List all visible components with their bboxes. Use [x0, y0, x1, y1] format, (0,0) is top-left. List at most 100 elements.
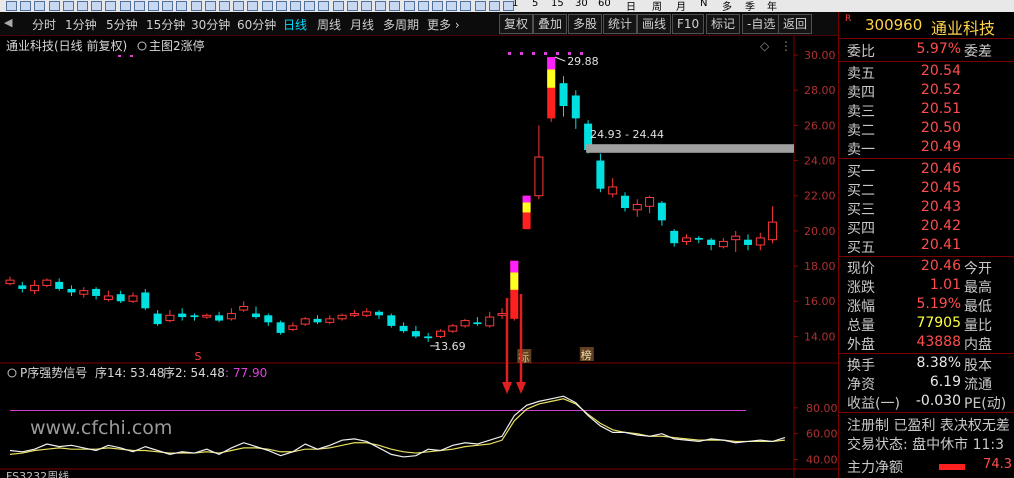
toolbar-button[interactable]: F10 — [672, 14, 705, 34]
price-axis-label: 16.00 — [804, 295, 836, 308]
toolbar-button[interactable]: 多股 — [568, 14, 603, 34]
period-button[interactable]: 月 — [676, 0, 686, 12]
tab-period[interactable]: 5分钟 — [106, 16, 138, 33]
main-flow-bar — [939, 464, 965, 470]
toolbar-icon[interactable] — [389, 1, 401, 11]
candle-body — [18, 285, 27, 289]
toolbar-icon[interactable] — [190, 1, 202, 11]
period-button[interactable]: 周 — [652, 0, 662, 12]
toolbar-icon[interactable] — [446, 1, 458, 11]
tab-period[interactable]: 1分钟 — [65, 16, 97, 33]
toolbar-icon[interactable] — [361, 1, 372, 11]
candle-body — [399, 325, 408, 332]
toolbar-icon[interactable] — [332, 1, 344, 11]
toolbar-icon[interactable] — [219, 1, 230, 11]
tab-period[interactable]: 月线 — [350, 16, 374, 33]
tab-period[interactable]: 60分钟 — [237, 16, 276, 33]
toolbar-icon[interactable] — [91, 1, 103, 11]
toolbar-icon[interactable] — [375, 1, 387, 11]
toolbar-icon[interactable] — [318, 1, 330, 11]
toolbar-icon[interactable] — [34, 1, 46, 11]
period-button[interactable]: 日 — [626, 0, 636, 12]
candle-body — [387, 315, 396, 326]
toolbar-icon[interactable] — [247, 1, 259, 11]
bid-row: 买五 20.41 — [839, 237, 1014, 256]
period-button[interactable]: 1 — [512, 0, 518, 9]
toolbar-icon[interactable] — [119, 1, 131, 11]
limit-up-band — [547, 69, 556, 88]
toolbar-icon[interactable] — [261, 1, 273, 11]
toolbar-icon[interactable] — [77, 1, 88, 11]
bid-row: 买二 20.45 — [839, 180, 1014, 199]
toolbar-icon[interactable] — [204, 1, 216, 11]
period-button[interactable]: 5 — [532, 0, 538, 9]
toolbar-icon[interactable] — [48, 1, 60, 11]
menu-bar: ◀ 分时 1分钟 5分钟 15分钟 30分钟 60分钟 日线 周线 月线 多周期 更多 › 复权 叠加多… — [0, 12, 838, 36]
prev-arrow-icon[interactable]: ◀ — [4, 16, 16, 30]
toolbar-icon[interactable] — [148, 1, 159, 11]
toolbar-icon[interactable] — [474, 1, 486, 11]
period-button[interactable]: 季 — [745, 0, 755, 12]
toolbar-button[interactable]: 标记 — [706, 14, 741, 34]
toolbar-button[interactable]: 画线 — [637, 14, 672, 34]
candle-body — [534, 156, 544, 197]
price-axis-label: 24.00 — [804, 155, 836, 168]
tab-period[interactable]: 日线 — [283, 16, 307, 33]
period-button[interactable]: 60 — [598, 0, 611, 9]
toolbar-icon[interactable] — [176, 1, 188, 11]
toolbar-icon[interactable] — [417, 1, 429, 11]
toolbar-icon[interactable] — [162, 1, 174, 11]
kline-chart[interactable]: 30.00 28.00 26.00 24.00 22.00 20.00 18.00 16.00… — [0, 36, 838, 478]
diamond-icon[interactable]: ◇ — [760, 39, 770, 53]
candle-body — [731, 235, 741, 241]
toolbar-icon[interactable] — [105, 1, 117, 11]
toolbar-icon[interactable] — [6, 1, 17, 11]
candle-body — [79, 290, 89, 295]
period-button[interactable]: N — [700, 0, 707, 9]
tab-period[interactable]: 分时 — [32, 16, 56, 33]
bid-row-label: 买一 — [847, 164, 875, 180]
toolbar-icon[interactable] — [233, 1, 245, 11]
tab-period[interactable]: 更多 › — [427, 16, 460, 33]
candle-body — [252, 313, 260, 318]
tab-period[interactable]: 多周期 — [383, 16, 419, 33]
more-icon[interactable]: ⋮ — [780, 39, 792, 53]
sub-indicator-toggle-icon[interactable] — [7, 368, 17, 378]
toolbar-icon[interactable] — [432, 1, 443, 11]
tab-period[interactable]: 周线 — [317, 16, 341, 33]
toolbar-button[interactable]: 统计 — [603, 14, 638, 34]
toolbar-icon[interactable] — [460, 1, 472, 11]
period-button[interactable]: 多 — [722, 0, 732, 12]
tab-period[interactable]: 30分钟 — [191, 16, 230, 33]
toolbar-icon[interactable] — [290, 1, 301, 11]
price-axis-label: 18.00 — [804, 260, 836, 273]
period-button[interactable]: 年 — [767, 0, 777, 12]
quote-row-label2: 量比 — [964, 318, 992, 334]
period-button[interactable]: 30 — [575, 0, 588, 9]
quote-row-label2: 内盘 — [964, 337, 992, 353]
marker-dot — [544, 52, 547, 55]
sub-axis-label: 60.00 — [806, 428, 838, 441]
toolbar-button[interactable]: -自选 — [742, 14, 781, 34]
bid-row-value: 20.41 — [920, 237, 961, 253]
toolbar-icon[interactable] — [403, 1, 415, 11]
period-button[interactable]: 15 — [551, 0, 564, 9]
limit-up-band — [522, 195, 531, 203]
toolbar-button[interactable]: 叠加 — [533, 14, 568, 34]
quote-row-label2: 最低 — [964, 299, 992, 315]
toolbar-button[interactable]: 复权 — [499, 14, 534, 34]
candle-body — [460, 320, 470, 327]
marker-dot — [118, 55, 121, 57]
marker-dot — [520, 52, 523, 55]
toolbar-icon[interactable] — [488, 1, 500, 11]
toolbar-button[interactable]: 返回 — [778, 14, 813, 34]
toolbar-icon[interactable] — [275, 1, 287, 11]
toolbar-icon[interactable] — [133, 1, 145, 11]
toolbar-icon[interactable] — [62, 1, 74, 11]
tab-period[interactable]: 15分钟 — [146, 16, 185, 33]
toolbar-icon[interactable] — [20, 1, 32, 11]
toolbar-icon[interactable] — [304, 1, 316, 11]
indicator-toggle-icon[interactable] — [137, 41, 147, 51]
toolbar-icon[interactable] — [346, 1, 358, 11]
bid-row-label: 买五 — [847, 240, 875, 256]
